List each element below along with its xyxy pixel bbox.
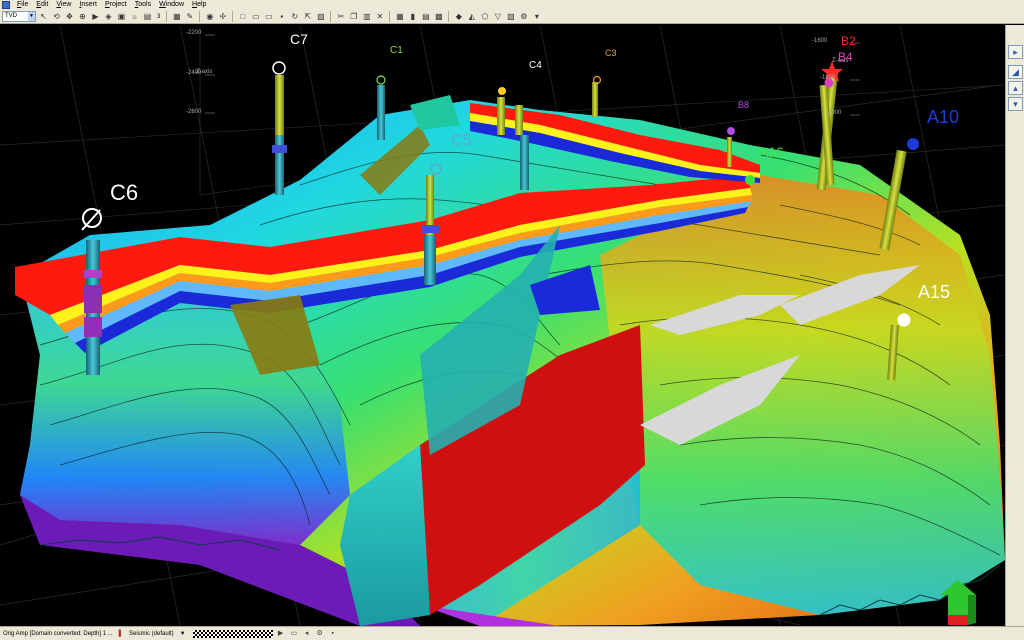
- z-axis-tick-label: -2600: [186, 109, 202, 115]
- prev-icon[interactable]: ◂: [302, 629, 312, 639]
- menu-edit[interactable]: Edit: [32, 0, 52, 10]
- rotate-icon[interactable]: ⟲: [51, 11, 62, 22]
- chart-icon[interactable]: ▤: [420, 11, 431, 22]
- polygon-icon[interactable]: ⬠: [479, 11, 490, 22]
- application-window: File Edit View Insert Project Tools Wind…: [0, 0, 1024, 640]
- pointer-icon[interactable]: ↖: [38, 11, 49, 22]
- play-icon[interactable]: ▶: [276, 629, 286, 639]
- globe-icon[interactable]: ◉: [204, 11, 215, 22]
- menu-file[interactable]: File: [13, 0, 32, 10]
- open-folder-icon[interactable]: ▭: [250, 11, 261, 22]
- menu-bar: File Edit View Insert Project Tools Wind…: [0, 0, 1024, 10]
- well-label-A10[interactable]: A10: [927, 107, 959, 128]
- menu-project[interactable]: Project: [101, 0, 131, 10]
- triangle-icon[interactable]: ◢: [1008, 65, 1023, 79]
- play-icon[interactable]: ▶: [90, 11, 101, 22]
- well-label-C3[interactable]: C3: [605, 48, 617, 58]
- toolbar-separator: [199, 11, 201, 22]
- pen-icon[interactable]: ✎: [184, 11, 195, 22]
- well-label-A15[interactable]: A15: [918, 282, 950, 303]
- filter-icon[interactable]: ▽: [492, 11, 503, 22]
- lock-icon[interactable]: ▪: [328, 629, 338, 639]
- menu-view[interactable]: View: [52, 0, 75, 10]
- folder-icon[interactable]: ▭: [263, 11, 274, 22]
- expand-icon[interactable]: ▸: [1008, 45, 1023, 59]
- domain-select-value: TVD: [5, 13, 17, 19]
- gear-icon[interactable]: ⚙: [315, 629, 325, 639]
- zoom-icon[interactable]: ⊕: [77, 11, 88, 22]
- status-bar: Orig Amp [Domain converted: Depth] 1 ...…: [0, 626, 1024, 640]
- paste-icon[interactable]: ▥: [361, 11, 372, 22]
- new-file-icon[interactable]: □: [237, 11, 248, 22]
- well-label-B4[interactable]: B4: [838, 50, 853, 64]
- well-label-A16[interactable]: A16: [759, 144, 784, 160]
- grid-icon[interactable]: ▩: [433, 11, 444, 22]
- move-icon[interactable]: ✢: [217, 11, 228, 22]
- view-icon[interactable]: ◈: [103, 11, 114, 22]
- export-icon[interactable]: ⇱: [302, 11, 313, 22]
- menu-tools[interactable]: Tools: [131, 0, 155, 10]
- well-C1[interactable]: [376, 75, 386, 140]
- copy-icon[interactable]: ❐: [348, 11, 359, 22]
- well-label-C6[interactable]: C6: [110, 180, 138, 206]
- chevron-down-icon[interactable]: ▼: [28, 12, 35, 21]
- status-source[interactable]: Orig Amp [Domain converted: Depth] 1 ...: [0, 628, 116, 640]
- well-label-B2[interactable]: B2: [841, 34, 856, 48]
- light-icon[interactable]: ☼: [129, 11, 140, 22]
- toolbar-separator: [166, 11, 168, 22]
- arrow-down-icon[interactable]: ▾: [1008, 97, 1023, 111]
- status-seismic[interactable]: Seismic (default): [126, 628, 177, 640]
- toolbar-separator: [448, 11, 450, 22]
- well-label-B8[interactable]: B8: [738, 100, 749, 110]
- z-axis-ticks: [205, 34, 860, 116]
- color-table-preview[interactable]: [192, 629, 273, 638]
- surface-icon[interactable]: ◭: [466, 11, 477, 22]
- toolbar-separator: [232, 11, 234, 22]
- chevron-down-icon[interactable]: ▼: [177, 628, 189, 640]
- well-section-icon[interactable]: ▮: [407, 11, 418, 22]
- table-icon[interactable]: ▦: [394, 11, 405, 22]
- well-label-C4[interactable]: C4: [529, 60, 542, 71]
- layout-icon[interactable]: ▦: [171, 11, 182, 22]
- toolbar-separator: [330, 11, 332, 22]
- 3d-window[interactable]: -2200 Z-axis -2400 -2600 -1600 Z-axis -1…: [0, 25, 1005, 626]
- z-axis-tick-label: -1800: [820, 75, 836, 81]
- toolbar: TVD ▼ ↖ ⟲ ✥ ⊕ ▶ ◈ ▣ ☼ ▤ 3 ▦ ✎ ◉ ✢ □ ▭ ▭ …: [0, 10, 1024, 24]
- z-axis-tick-label: -2000: [826, 110, 842, 116]
- toolbar-separator: [389, 11, 391, 22]
- arrow-up-icon[interactable]: ▴: [1008, 81, 1023, 95]
- dropdown-arrow-icon[interactable]: ▾: [531, 11, 542, 22]
- settings-icon[interactable]: ⚙: [518, 11, 529, 22]
- well-C3[interactable]: [592, 75, 602, 118]
- save-icon[interactable]: ▪: [276, 11, 287, 22]
- app-icon: [2, 1, 10, 9]
- domain-select[interactable]: TVD ▼: [2, 11, 36, 22]
- folder-icon[interactable]: ▭: [289, 629, 299, 639]
- z-axis-tick-label: -1600: [812, 38, 828, 44]
- print-icon[interactable]: ▤: [142, 11, 153, 22]
- seismic-icon: ▌: [118, 630, 123, 637]
- well-label-C5[interactable]: C5: [451, 132, 471, 150]
- side-toolbar: ▸ ◢ ▴ ▾: [1005, 25, 1024, 626]
- palette-icon[interactable]: ◆: [453, 11, 464, 22]
- well-label-C7[interactable]: C7: [290, 31, 308, 47]
- z-axis-tick-label: -2400: [186, 70, 202, 76]
- pan-icon[interactable]: ✥: [64, 11, 75, 22]
- menu-help[interactable]: Help: [188, 0, 210, 10]
- menu-window[interactable]: Window: [155, 0, 188, 10]
- well-label-C1[interactable]: C1: [390, 45, 403, 56]
- delete-icon[interactable]: ✕: [374, 11, 385, 22]
- well-A16[interactable]: [745, 175, 755, 185]
- refresh-icon[interactable]: ↻: [289, 11, 300, 22]
- zoom-level-value[interactable]: 3: [155, 14, 162, 20]
- camera-icon[interactable]: ▣: [116, 11, 127, 22]
- 3d-scene[interactable]: [0, 25, 1005, 626]
- cut-icon[interactable]: ✂: [335, 11, 346, 22]
- image-icon[interactable]: ▨: [315, 11, 326, 22]
- z-axis-tick-label: -2200: [186, 30, 202, 36]
- menu-insert[interactable]: Insert: [75, 0, 101, 10]
- map-icon[interactable]: ▧: [505, 11, 516, 22]
